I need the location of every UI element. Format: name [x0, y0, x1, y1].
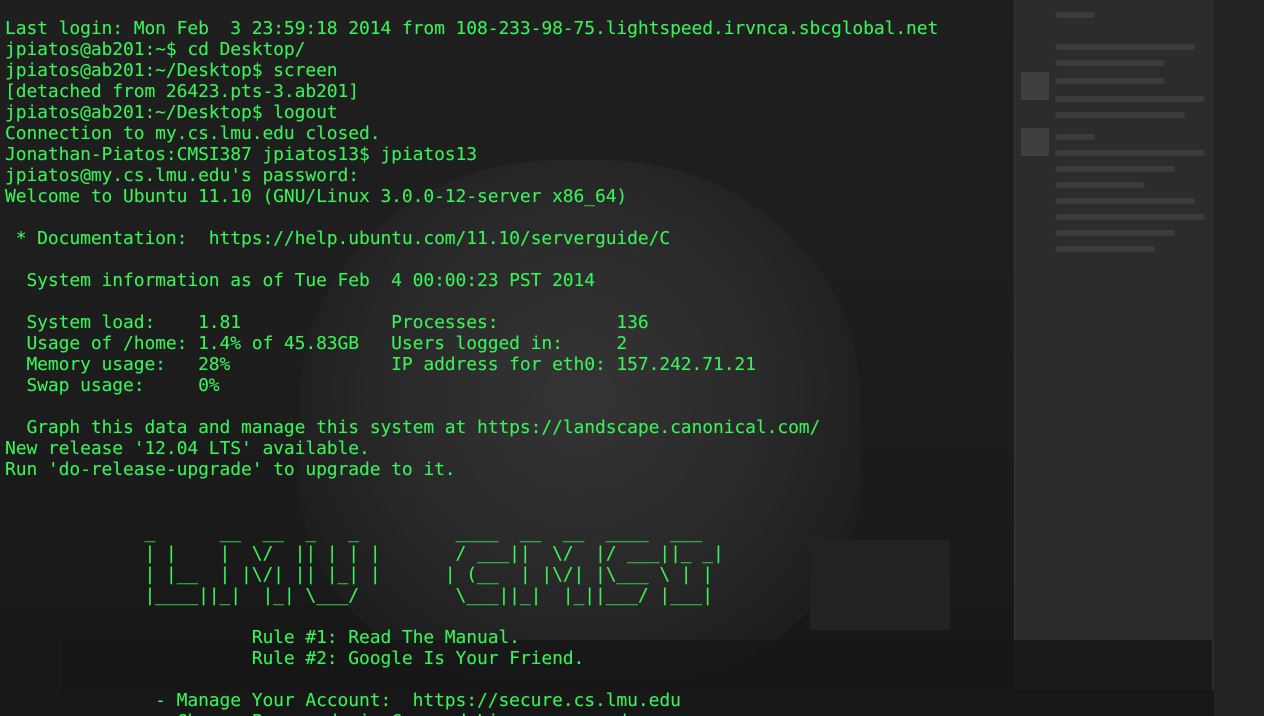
terminal-line: Graph this data and manage this system a… [5, 417, 821, 438]
terminal-line: System load: 1.81 Processes: 136 [5, 312, 649, 333]
terminal-line: * Documentation: https://help.ubuntu.com… [5, 228, 671, 249]
terminal-line: [detached from 26423.pts-3.ab201] [5, 81, 359, 102]
terminal-line: New release '12.04 LTS' available. [5, 438, 370, 459]
terminal-line: Connection to my.cs.lmu.edu closed. [5, 123, 381, 144]
terminal-line: Memory usage: 28% IP address for eth0: 1… [5, 354, 756, 375]
terminal-line: jpiatos@ab201:~$ cd Desktop/ [5, 39, 306, 60]
terminal-line: | |__ | |\/| || |_| | | (__ | |\/| |\___… [5, 564, 724, 585]
terminal-line: jpiatos@my.cs.lmu.edu's password: [5, 165, 359, 186]
terminal-line: | | | \/ || | | | / ___|| \/ |/ ___||_ _… [5, 543, 724, 564]
terminal-line: jpiatos@ab201:~/Desktop$ screen [5, 60, 338, 81]
terminal-line: - Manage Your Account: https://secure.cs… [5, 690, 681, 711]
terminal-line: Usage of /home: 1.4% of 45.83GB Users lo… [5, 333, 628, 354]
desktop-screen: Last login: Mon Feb 3 23:59:18 2014 from… [0, 0, 1264, 716]
terminal-line: Welcome to Ubuntu 11.10 (GNU/Linux 3.0.0… [5, 186, 628, 207]
terminal-line: _ __ __ _ _ ____ __ __ ____ ___ [5, 522, 713, 543]
terminal-window[interactable]: Last login: Mon Feb 3 23:59:18 2014 from… [0, 0, 1264, 716]
terminal-line: Rule #1: Read The Manual. [5, 627, 520, 648]
terminal-line: Swap usage: 0% [5, 375, 220, 396]
terminal-line: Rule #2: Google Is Your Friend. [5, 648, 585, 669]
terminal-line: System information as of Tue Feb 4 00:00… [5, 270, 595, 291]
terminal-line: Last login: Mon Feb 3 23:59:18 2014 from… [5, 18, 939, 39]
terminal-line: - Change Password via Command Line: yppa… [5, 711, 938, 716]
terminal-line: jpiatos@ab201:~/Desktop$ logout [5, 102, 338, 123]
terminal-line: Jonathan-Piatos:CMSI387 jpiatos13$ jpiat… [5, 144, 477, 165]
terminal-line: Run 'do-release-upgrade' to upgrade to i… [5, 459, 456, 480]
terminal-output[interactable]: Last login: Mon Feb 3 23:59:18 2014 from… [5, 18, 938, 716]
terminal-line: |____||_| |_| \___/ \___||_| |_||___/ |_… [5, 585, 713, 606]
